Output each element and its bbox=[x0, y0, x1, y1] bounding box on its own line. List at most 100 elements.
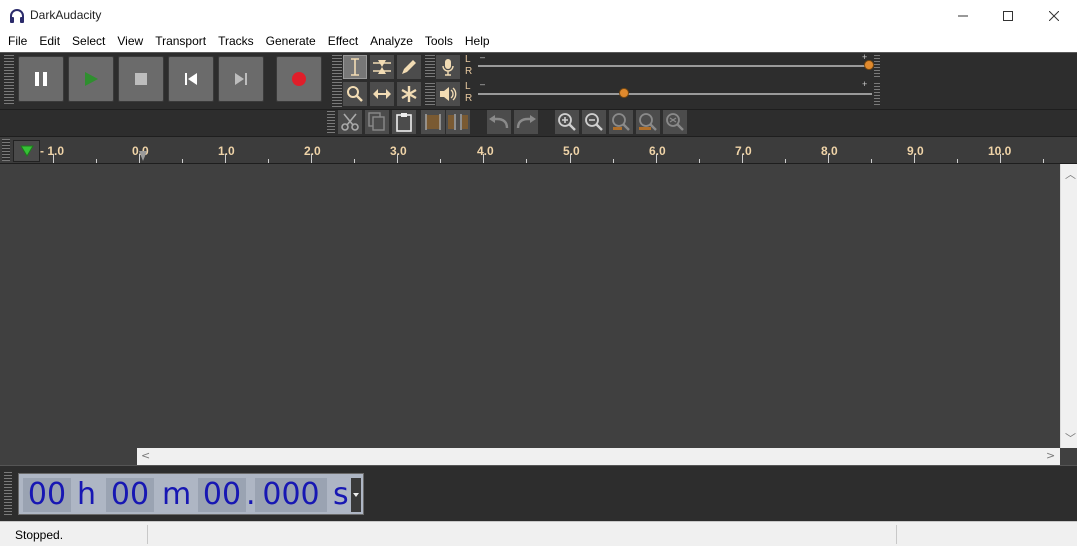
menu-file[interactable]: File bbox=[2, 32, 33, 51]
redo-button[interactable] bbox=[514, 110, 538, 134]
audio-position-display[interactable]: 00 h 00 m 00 . 000 s bbox=[18, 473, 364, 515]
zoom-out-icon bbox=[585, 113, 603, 131]
menu-transport[interactable]: Transport bbox=[149, 32, 212, 51]
stop-button[interactable] bbox=[118, 56, 164, 102]
scroll-right-icon[interactable]: > bbox=[1046, 449, 1055, 462]
selection-tool-button[interactable] bbox=[343, 55, 367, 79]
headphones-icon bbox=[9, 8, 25, 24]
menu-help[interactable]: Help bbox=[459, 32, 496, 51]
track-panel[interactable] bbox=[0, 164, 1060, 448]
status-text: Stopped. bbox=[15, 528, 64, 542]
magnifier-icon bbox=[347, 86, 363, 102]
hours-digits: 00 bbox=[23, 478, 71, 512]
close-button[interactable] bbox=[1031, 0, 1077, 31]
undo-button[interactable] bbox=[487, 110, 511, 134]
playback-gain-slider[interactable] bbox=[478, 93, 872, 95]
silence-icon bbox=[448, 114, 468, 130]
time-format-dropdown[interactable] bbox=[351, 478, 361, 512]
zoom-in-button[interactable] bbox=[555, 110, 579, 134]
draw-tool-button[interactable] bbox=[397, 55, 421, 79]
scroll-left-icon[interactable]: < bbox=[141, 449, 150, 462]
ruler-tick bbox=[742, 154, 743, 163]
record-meter-left-label: L bbox=[465, 54, 471, 65]
pause-icon bbox=[35, 72, 47, 86]
skip-to-start-button[interactable] bbox=[168, 56, 214, 102]
silence-audio-button[interactable] bbox=[446, 110, 470, 134]
ruler-label: 6.0 bbox=[649, 144, 666, 158]
timeline-ruler[interactable]: - 1.0 0.0 1.0 2.0 3.0 4.0 5.0 6.0 7.0 8.… bbox=[0, 136, 1077, 164]
envelope-tool-button[interactable] bbox=[370, 55, 394, 79]
ruler-tick bbox=[53, 154, 54, 163]
menu-effect[interactable]: Effect bbox=[322, 32, 364, 51]
scissors-icon bbox=[341, 113, 359, 131]
skip-to-end-icon bbox=[235, 73, 247, 85]
ruler-tick bbox=[225, 154, 226, 163]
menu-tracks[interactable]: Tracks bbox=[212, 32, 260, 51]
horizontal-scrollbar[interactable]: < > bbox=[137, 448, 1060, 465]
skip-to-end-button[interactable] bbox=[218, 56, 264, 102]
copy-button[interactable] bbox=[365, 110, 389, 134]
status-separator bbox=[896, 525, 897, 544]
playback-meter-end-grip bbox=[874, 83, 880, 107]
menu-tools[interactable]: Tools bbox=[419, 32, 459, 51]
time-toolbar-grip[interactable] bbox=[4, 472, 12, 516]
minutes-digits: 00 bbox=[106, 478, 154, 512]
ruler-tick bbox=[957, 159, 958, 163]
zoom-tool-button[interactable] bbox=[343, 82, 367, 106]
time-shift-tool-button[interactable] bbox=[370, 82, 394, 106]
vertical-scrollbar[interactable]: ︿ ﹀ bbox=[1060, 164, 1077, 448]
tools-toolbar-grip[interactable] bbox=[332, 55, 342, 107]
milliseconds-digits: 000 bbox=[255, 478, 327, 512]
playback-meter-button[interactable] bbox=[436, 82, 460, 106]
playback-meter-right-label: R bbox=[465, 93, 473, 104]
triangle-down-icon bbox=[19, 145, 34, 157]
stop-icon bbox=[135, 73, 147, 85]
fit-selection-button[interactable] bbox=[609, 110, 633, 134]
ruler-label: 3.0 bbox=[390, 144, 407, 158]
paste-button[interactable] bbox=[392, 110, 416, 134]
cut-button[interactable] bbox=[338, 110, 362, 134]
menu-view[interactable]: View bbox=[111, 32, 149, 51]
record-gain-thumb[interactable] bbox=[864, 60, 874, 70]
playback-gain-thumb[interactable] bbox=[619, 88, 629, 98]
record-meter-right-label: R bbox=[465, 66, 473, 77]
zoom-in-icon bbox=[558, 113, 576, 131]
pause-button[interactable] bbox=[18, 56, 64, 102]
zoom-toggle-icon bbox=[666, 113, 684, 131]
speaker-icon bbox=[440, 87, 457, 101]
ruler-tick bbox=[570, 154, 571, 163]
undo-icon bbox=[489, 115, 509, 129]
multi-tool-button[interactable] bbox=[397, 82, 421, 106]
record-meter-grip[interactable] bbox=[425, 55, 435, 79]
zoom-toggle-button[interactable] bbox=[663, 110, 687, 134]
ruler-tick bbox=[828, 154, 829, 163]
ruler-label: 7.0 bbox=[735, 144, 752, 158]
ruler-tick bbox=[656, 154, 657, 163]
fit-project-button[interactable] bbox=[636, 110, 660, 134]
zoom-out-button[interactable] bbox=[582, 110, 606, 134]
play-head-button[interactable] bbox=[13, 140, 40, 162]
maximize-button[interactable] bbox=[985, 0, 1031, 31]
play-button[interactable] bbox=[68, 56, 114, 102]
copy-icon bbox=[368, 112, 385, 131]
playback-meter-grip[interactable] bbox=[425, 83, 435, 107]
edit-toolbar-grip[interactable] bbox=[327, 111, 335, 135]
fit-selection-icon bbox=[612, 113, 630, 131]
scroll-up-icon[interactable]: ︿ bbox=[1065, 166, 1076, 182]
record-meter-button[interactable] bbox=[436, 55, 460, 79]
record-gain-slider[interactable] bbox=[478, 65, 872, 67]
ruler-tick bbox=[268, 159, 269, 163]
transport-toolbar-grip[interactable] bbox=[4, 55, 14, 105]
playback-meter-left-label: L bbox=[465, 81, 471, 92]
redo-icon bbox=[516, 115, 536, 129]
scroll-down-icon[interactable]: ﹀ bbox=[1065, 430, 1076, 446]
menu-generate[interactable]: Generate bbox=[260, 32, 322, 51]
trim-audio-button[interactable] bbox=[421, 110, 445, 134]
menu-select[interactable]: Select bbox=[66, 32, 111, 51]
minimize-button[interactable] bbox=[940, 0, 986, 31]
menu-analyze[interactable]: Analyze bbox=[364, 32, 419, 51]
record-button[interactable] bbox=[276, 56, 322, 102]
menu-edit[interactable]: Edit bbox=[33, 32, 66, 51]
ruler-grip bbox=[2, 139, 10, 161]
playback-gain-max: + bbox=[862, 79, 868, 89]
